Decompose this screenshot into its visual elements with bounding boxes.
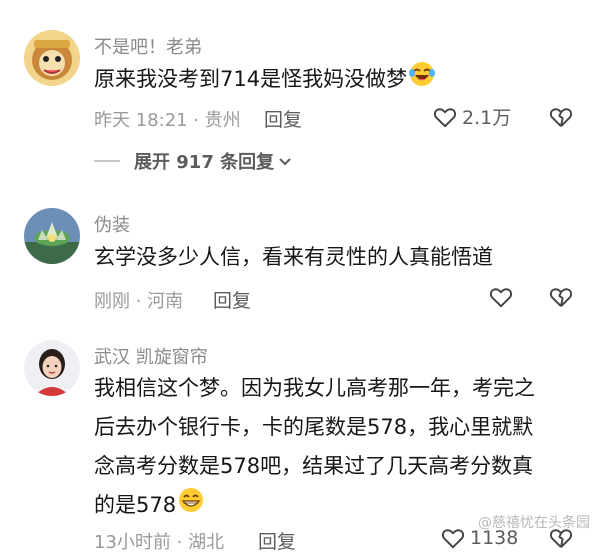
timestamp-location: 13小时前 · 湖北 xyxy=(94,532,225,553)
comment-line: 后去办个银行卡，卡的尾数是578，我心里就默 xyxy=(94,415,534,439)
like-button[interactable]: 2.1万 xyxy=(432,103,511,130)
broken-heart-icon xyxy=(549,288,573,307)
broken-heart-icon xyxy=(549,108,573,127)
avatar[interactable] xyxy=(24,30,80,86)
comment-text: 原来我没考到714是怪我妈没做梦 xyxy=(94,60,436,100)
like-button[interactable] xyxy=(488,284,514,310)
avatar[interactable] xyxy=(24,340,80,396)
comment-line: 我相信这个梦。因为我女儿高考那一年，考完之 xyxy=(94,376,535,400)
chevron-down-icon xyxy=(279,158,291,166)
comment-text: 我相信这个梦。因为我女儿高考那一年，考完之 后去办个银行卡，卡的尾数是578，我… xyxy=(94,369,535,526)
timestamp-location: 刚刚 · 河南 xyxy=(94,291,184,312)
divider xyxy=(94,160,120,162)
like-count: 2.1万 xyxy=(462,107,512,129)
username[interactable]: 伪装 xyxy=(94,211,130,237)
username[interactable]: 武汉 凯旋窗帘 xyxy=(94,343,208,369)
laughing-crying-emoji xyxy=(409,61,436,100)
heart-icon xyxy=(489,288,513,308)
watermark: @慈禧忧在头条园 xyxy=(478,515,590,531)
reply-button[interactable]: 回复 xyxy=(213,286,251,313)
reply-button[interactable]: 回复 xyxy=(258,527,296,554)
grinning-emoji xyxy=(178,487,204,526)
expand-replies-label: 展开 917 条回复 xyxy=(134,152,275,173)
expand-replies-button[interactable]: 展开 917 条回复 xyxy=(94,148,293,174)
comment-line: 原来我没考到714是怪我妈没做梦 xyxy=(94,67,408,91)
comment-line: 玄学没多少人信，看来有灵性的人真能悟道 xyxy=(94,245,493,269)
comment-line: 念高考分数是578吧，结果过了几天高考分数真 xyxy=(94,454,534,478)
comment-line: 的是578 xyxy=(94,493,177,517)
reply-button[interactable]: 回复 xyxy=(264,105,302,132)
dislike-button[interactable] xyxy=(548,104,574,134)
dislike-button[interactable] xyxy=(548,284,574,314)
heart-icon xyxy=(433,107,457,127)
timestamp-location: 昨天 18:21 · 贵州 xyxy=(94,110,241,131)
heart-icon xyxy=(441,529,465,549)
avatar[interactable] xyxy=(24,208,80,264)
username[interactable]: 不是吧！老弟 xyxy=(94,33,202,59)
comment-text: 玄学没多少人信，看来有灵性的人真能悟道 xyxy=(94,238,493,277)
